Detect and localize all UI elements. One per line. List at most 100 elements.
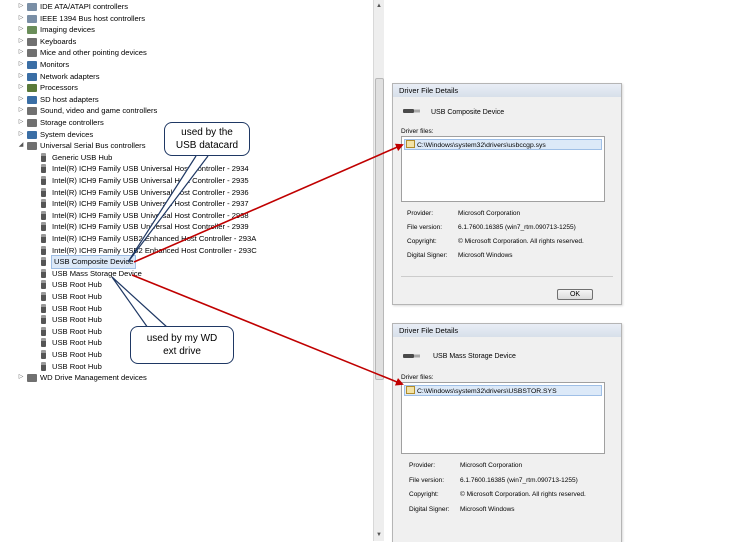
callout-datacard-line1: used by the — [181, 127, 233, 138]
tree-item-label: Network adapters — [40, 71, 100, 81]
camera-icon — [27, 26, 37, 35]
tree-item-label: SD host adapters — [40, 94, 99, 104]
tree-item-label: Sound, video and game controllers — [40, 106, 158, 116]
expand-arrow-icon[interactable]: ▷ — [17, 372, 25, 384]
usb-plug-icon — [41, 222, 46, 232]
tree-item-label: IDE ATA/ATAPI controllers — [40, 2, 129, 11]
monitor-icon — [27, 61, 37, 69]
usb-plug-icon — [41, 245, 46, 255]
tree-item-label: Monitors — [40, 60, 70, 69]
copyright-label: Copyright: — [407, 238, 437, 245]
dialog-title: Driver File Details — [393, 84, 621, 97]
usb-controller-icon — [27, 142, 37, 151]
usb-plug-icon — [41, 176, 46, 185]
tree-item-label: Imaging devices — [40, 25, 95, 35]
usb-plug-icon — [41, 234, 46, 243]
tree-item-label: System devices — [40, 129, 94, 139]
usb-plug-icon — [41, 361, 46, 371]
device-tree: ▷ IDE ATA/ATAPI controllers ▷ IEEE 1394 Bus… — [0, 0, 372, 541]
expand-arrow-icon[interactable]: ▷ — [17, 59, 25, 71]
file-icon — [406, 386, 415, 394]
scroll-up-arrow-icon[interactable]: ▲ — [374, 0, 384, 12]
processor-icon — [27, 84, 37, 93]
file-icon — [406, 140, 415, 148]
expand-arrow-icon[interactable]: ▷ — [17, 13, 25, 25]
provider-value: Microsoft Corporation — [458, 210, 521, 217]
expand-arrow-icon[interactable]: ▷ — [17, 71, 25, 83]
tree-item-label: Intel(R) ICH9 Family USB2 Enhanced Host … — [52, 245, 257, 255]
usb-plug-icon — [41, 315, 46, 325]
tree-item-label: Intel(R) ICH9 Family USB Universal Host … — [52, 164, 249, 174]
tree-item-label: USB Root Hub — [52, 280, 102, 290]
system-device-icon — [27, 130, 37, 139]
provider-label: Provider: — [407, 210, 434, 217]
expand-arrow-icon[interactable]: ▷ — [17, 24, 25, 36]
scroll-down-arrow-icon[interactable]: ▼ — [374, 529, 384, 541]
usb-plug-icon — [41, 164, 46, 174]
digital-signer-value: Microsoft Windows — [458, 252, 513, 259]
expand-arrow-icon[interactable]: ▷ — [17, 82, 25, 94]
file-version-label: File version: — [407, 224, 443, 231]
digital-signer-value: Microsoft Windows — [460, 506, 515, 513]
driver-files-list[interactable]: C:\Windows\system32\drivers\usbccgp.sys — [401, 136, 605, 202]
tree-item-label: USB Root Hub — [52, 303, 102, 313]
tree-item-label: USB Mass Storage Device — [52, 268, 142, 278]
digital-signer-label: Digital Signer: — [407, 252, 448, 259]
tree-item-label: Intel(R) ICH9 Family USB Universal Host … — [52, 176, 249, 185]
driver-file-item[interactable]: C:\Windows\system32\drivers\usbccgp.sys — [404, 139, 602, 150]
tree-item-label: USB Root Hub — [52, 338, 102, 348]
usb-plug-icon — [41, 292, 46, 301]
mouse-icon — [27, 49, 37, 58]
scroll-thumb[interactable] — [375, 78, 384, 380]
keyboard-icon — [27, 37, 37, 46]
driver-files-list[interactable]: C:\Windows\system32\drivers\USBSTOR.SYS — [401, 382, 605, 454]
expand-arrow-icon[interactable]: ▷ — [17, 94, 25, 106]
tree-scrollbar[interactable]: ▲ ▼ — [373, 0, 384, 541]
copyright-label: Copyright: — [409, 491, 439, 498]
callout-datacard-line2: USB datacard — [175, 140, 239, 151]
tree-item-label: USB Root Hub — [52, 326, 102, 336]
usb-plug-icon — [41, 257, 46, 267]
tree-item-label: IEEE 1394 Bus host controllers — [40, 13, 146, 23]
driver-files-label: Driver files: — [401, 374, 434, 381]
tree-item-label: USB Root Hub — [52, 350, 102, 359]
expand-arrow-icon[interactable]: ▷ — [17, 105, 25, 117]
expand-arrow-icon[interactable]: ▷ — [17, 117, 25, 129]
usb-plug-icon — [41, 152, 46, 162]
ok-button[interactable]: OK — [557, 289, 593, 300]
driver-file-item[interactable]: C:\Windows\system32\drivers\USBSTOR.SYS — [404, 385, 602, 396]
dialog-separator — [401, 276, 613, 277]
tree-item-label: Generic USB Hub — [52, 152, 113, 162]
tree-item-label: Storage controllers — [40, 118, 104, 127]
network-adapter-icon — [27, 72, 37, 81]
expand-arrow-icon[interactable]: ▷ — [17, 36, 25, 48]
wd-device-icon — [27, 374, 37, 383]
file-version-label: File version: — [409, 477, 445, 484]
expand-arrow-icon[interactable]: ▷ — [17, 1, 25, 13]
tree-item-label: Keyboards — [40, 36, 77, 46]
driver-file-details-dialog-composite: Driver File Details USB Composite Device… — [392, 83, 622, 305]
tree-item-label: Universal Serial Bus controllers — [40, 141, 146, 151]
tree-item-label: Intel(R) ICH9 Family USB Universal Host … — [52, 187, 249, 197]
collapse-arrow-icon[interactable]: ◢ — [17, 140, 25, 152]
usb-plug-icon — [41, 268, 46, 278]
tree-item-label: Intel(R) ICH9 Family USB Universal Host … — [52, 222, 249, 232]
provider-label: Provider: — [409, 462, 436, 469]
digital-signer-label: Digital Signer: — [409, 506, 450, 513]
tree-item-label: Intel(R) ICH9 Family USB Universal Host … — [52, 210, 249, 220]
device-name: USB Mass Storage Device — [433, 353, 516, 360]
expand-arrow-icon[interactable]: ▷ — [17, 47, 25, 59]
usb-plug-icon — [41, 338, 46, 348]
tree-item-label: WD Drive Management devices — [40, 373, 147, 383]
speaker-icon — [27, 107, 37, 116]
usb-device-icon — [403, 109, 420, 113]
usb-plug-icon — [41, 187, 46, 197]
tree-item-label: Processors — [40, 83, 78, 93]
copyright-value: © Microsoft Corporation. All rights rese… — [460, 491, 586, 498]
file-version-value: 6.1.7600.16385 (win7_rtm.090713-1255) — [458, 224, 576, 231]
device-name: USB Composite Device — [431, 109, 505, 116]
expand-arrow-icon[interactable]: ▷ — [17, 129, 25, 141]
tree-item-label: USB Root Hub — [52, 361, 102, 371]
dialog-title: Driver File Details — [393, 324, 621, 337]
usb-plug-icon — [41, 350, 46, 359]
